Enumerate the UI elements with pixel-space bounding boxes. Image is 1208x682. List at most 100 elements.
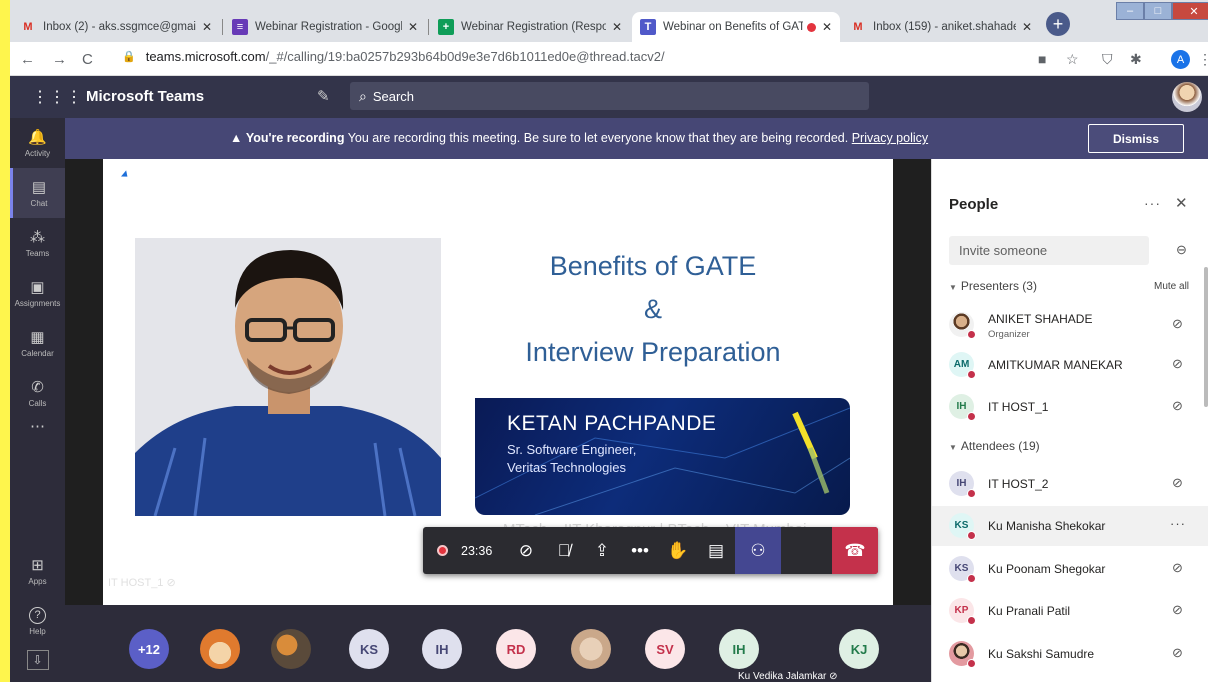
calendar-icon: ▦ (30, 329, 45, 346)
status-dot (967, 370, 976, 379)
browser-tab[interactable]: M Inbox (159) - aniket.shahade11 ✕ (842, 12, 1040, 42)
participant-row[interactable]: KS Ku Manisha Shekokar ··· (932, 506, 1208, 546)
user-avatar[interactable] (1172, 82, 1202, 112)
participant-row[interactable]: AM AMITKUMAR MANEKAR ⊘ (932, 345, 1208, 385)
close-icon[interactable]: ✕ (822, 20, 832, 34)
invite-input[interactable]: Invite someone (949, 236, 1149, 265)
meeting-stage: Benefits of GATE & Interview Preparation… (65, 159, 931, 682)
rail-item-calendar[interactable]: ▦ Calendar (10, 318, 65, 368)
participant-avatar[interactable]: RD (496, 629, 536, 669)
camera-off-button[interactable]: ⊘ (507, 527, 545, 574)
close-icon[interactable]: ✕ (1175, 194, 1188, 212)
window-close-icon[interactable]: ✕ (1172, 2, 1208, 20)
slide-title-line2: & (643, 294, 662, 324)
privacy-policy-link[interactable]: Privacy policy (852, 131, 928, 145)
chat-button[interactable]: ▤ (697, 527, 735, 574)
more-options-icon[interactable]: ··· (1144, 195, 1161, 211)
participant-row[interactable]: ANIKET SHAHADE Organizer ⊘ (932, 305, 1208, 345)
participant-row[interactable]: KS Ku Poonam Shegokar ⊘ (932, 549, 1208, 589)
overflow-participants-button[interactable]: +12 (129, 629, 169, 669)
participant-row[interactable]: IH IT HOST_1 ⊘ (932, 387, 1208, 427)
share-button[interactable]: ⇪ (583, 527, 621, 574)
participant-avatar: KP (949, 598, 976, 625)
forward-icon[interactable]: → (52, 51, 67, 68)
search-input[interactable]: ⌕ Search (350, 82, 869, 110)
app-launcher-icon[interactable]: ⋮⋮⋮ (32, 87, 83, 107)
teams-header: ⋮⋮⋮ Microsoft Teams ✎ ⌕ Search (10, 76, 1208, 118)
participant-avatar[interactable] (571, 629, 611, 669)
browser-tab[interactable]: + Webinar Registration (Response ✕ (430, 12, 630, 42)
phone-icon: ✆ (31, 379, 44, 396)
rail-item-assignments[interactable]: ▣ Assignments (10, 268, 65, 318)
minimize-icon[interactable]: – (1116, 2, 1144, 20)
rail-item-apps[interactable]: ⊞ Apps (10, 546, 65, 596)
star-icon[interactable]: ☆ (1066, 51, 1079, 68)
more-options-icon[interactable]: ··· (1170, 516, 1186, 531)
close-icon[interactable]: ✕ (1022, 20, 1032, 34)
presenters-header[interactable]: ▼ Presenters (3) (949, 279, 1037, 293)
url-field[interactable]: 🔒 teams.microsoft.com/_#/calling/19:ba02… (122, 49, 665, 64)
mic-off-icon: ⊘ (166, 577, 176, 589)
extensions-icon[interactable]: ✱ (1130, 51, 1142, 68)
browser-tab-active[interactable]: T Webinar on Benefits of GAT ✕ (632, 12, 840, 42)
mouse-cursor-icon (121, 170, 130, 180)
rail-label: Chat (30, 199, 48, 208)
window-controls: – □ ✕ (1116, 2, 1208, 22)
participant-avatar[interactable]: SV (645, 629, 685, 669)
participant-avatar[interactable]: KS (349, 629, 389, 669)
speaker-photo (135, 238, 441, 516)
recording-banner: ▲ You're recording You are recording thi… (65, 118, 1208, 159)
participant-name: Ku Pranali Patil (988, 604, 1071, 618)
show-participants-button[interactable]: ⚇ (735, 527, 781, 574)
participant-avatar[interactable] (200, 629, 240, 669)
participant-avatar[interactable]: IH (719, 629, 759, 669)
dismiss-button[interactable]: Dismiss (1088, 124, 1184, 153)
hangup-button[interactable]: ☎ (832, 527, 878, 574)
rail-item-download[interactable]: ⇩ (10, 640, 65, 682)
more-actions-button[interactable]: ••• (621, 527, 659, 574)
participant-row[interactable]: KP Ku Pranali Patil ⊘ (932, 591, 1208, 631)
new-tab-button[interactable]: + (1046, 12, 1070, 36)
rail-item-help[interactable]: ? Help (10, 596, 65, 646)
app-window: M Inbox (2) - aks.ssgmce@gmail.c ✕ ≡ Web… (10, 0, 1208, 682)
tab-label: Inbox (2) - aks.ssgmce@gmail.c (43, 21, 196, 33)
lock-icon: 🔒 (122, 51, 136, 63)
participant-row[interactable]: Ku Sakshi Samudre ⊘ (932, 634, 1208, 674)
participant-avatar[interactable]: IH (422, 629, 462, 669)
url-host: teams.microsoft.com (145, 49, 266, 64)
tab-label: Webinar Registration - Google F (255, 21, 402, 33)
participant-row[interactable]: IH IT HOST_2 ⊘ (932, 464, 1208, 504)
attendees-header[interactable]: ▼ Attendees (19) (949, 439, 1040, 453)
mute-all-button[interactable]: Mute all (1154, 281, 1189, 292)
participant-avatar[interactable]: KJ (839, 629, 879, 669)
back-icon[interactable]: ← (20, 51, 35, 68)
raise-hand-button[interactable]: ✋ (659, 527, 697, 574)
mic-off-button[interactable]: 🎙̸ (545, 527, 583, 574)
help-icon: ? (29, 606, 46, 624)
participant-avatar: KS (949, 556, 976, 583)
tab-label: Webinar on Benefits of GAT (663, 21, 803, 33)
rail-item-calls[interactable]: ✆ Calls (10, 368, 65, 418)
url-path: /_#/calling/19:ba0257b293b64b0d9e3e7d6b1… (265, 49, 665, 64)
search-icon: ⌕ (359, 87, 367, 104)
participant-avatar[interactable] (271, 629, 311, 669)
rail-item-chat[interactable]: ▤ Chat (10, 168, 65, 218)
rail-item-activity[interactable]: 🔔 Activity (10, 118, 65, 168)
close-icon[interactable]: ✕ (202, 20, 212, 34)
close-icon[interactable]: ✕ (408, 20, 418, 34)
recording-dot-icon (437, 545, 448, 556)
speaker-card: KETAN PACHPANDE Sr. Software Engineer, V… (475, 398, 850, 515)
close-icon[interactable]: ✕ (612, 20, 622, 34)
reload-icon[interactable]: C (82, 51, 93, 68)
share-link-icon[interactable]: ⊖ (1176, 242, 1187, 258)
camera-icon[interactable]: ■ (1038, 51, 1046, 67)
rail-item-teams[interactable]: ⁂ Teams (10, 218, 65, 268)
browser-tab[interactable]: ≡ Webinar Registration - Google F ✕ (224, 12, 426, 42)
browser-tab[interactable]: M Inbox (2) - aks.ssgmce@gmail.c ✕ (12, 12, 220, 42)
extension-shield-icon[interactable]: ⛉ (1102, 51, 1113, 68)
maximize-icon[interactable]: □ (1144, 2, 1172, 20)
new-chat-icon[interactable]: ✎ (317, 87, 330, 105)
rail-item-more[interactable]: ⋯ (10, 412, 65, 442)
menu-icon[interactable]: ⋮ (1198, 51, 1208, 68)
profile-avatar[interactable]: A (1171, 50, 1190, 69)
